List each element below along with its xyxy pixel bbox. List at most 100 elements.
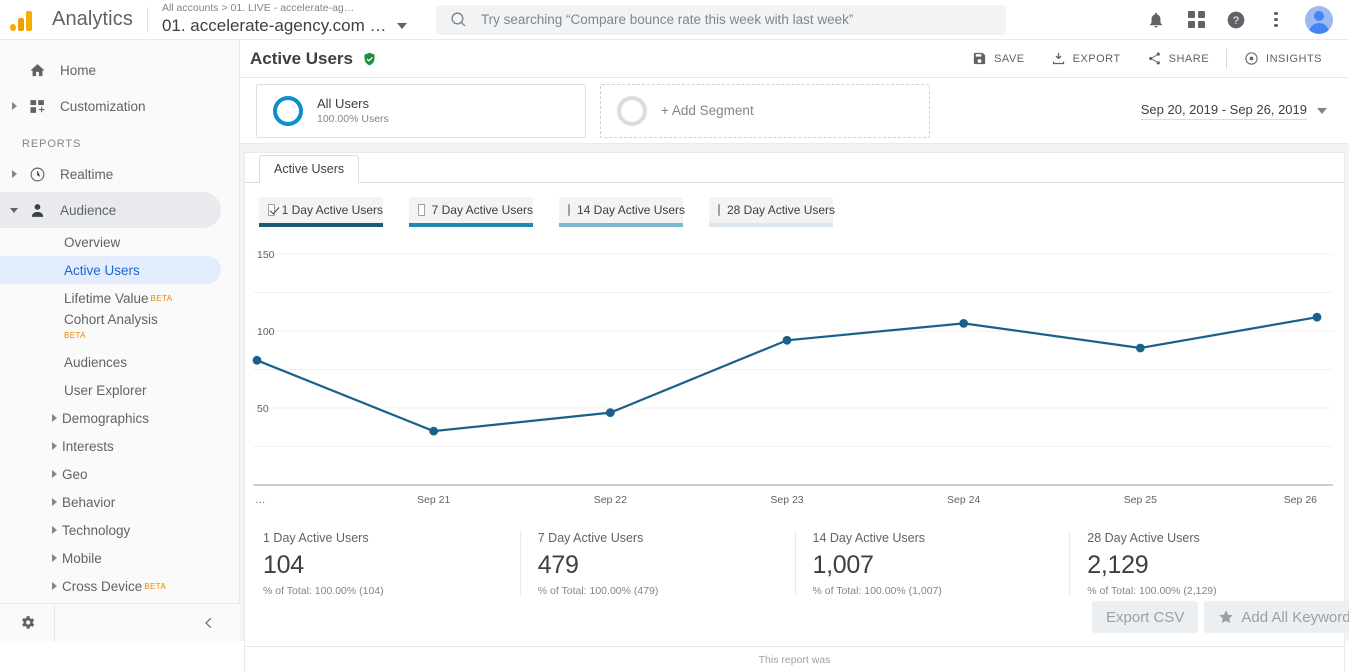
- svg-text:Sep 26: Sep 26: [1284, 494, 1317, 506]
- chevron-down-icon[interactable]: [1317, 107, 1327, 114]
- sidebar-subitem-label: Demographics: [62, 410, 150, 426]
- chevron-right-icon[interactable]: [51, 498, 57, 506]
- metric-summary: 1 Day Active Users 104 % of Total: 100.0…: [245, 529, 1344, 599]
- sidebar-subitem-label: Mobile: [62, 550, 102, 566]
- sidebar-item-interests[interactable]: Interests: [0, 432, 239, 460]
- checkbox-7-day[interactable]: [418, 204, 425, 216]
- chevron-down-icon[interactable]: [396, 23, 407, 29]
- metric-tab-1-day[interactable]: 1 Day Active Users: [259, 197, 383, 227]
- divider: [146, 6, 148, 33]
- collapse-sidebar-button[interactable]: [55, 616, 240, 630]
- segment-subtext: 100.00% Users: [317, 112, 389, 125]
- sidebar-footer: [0, 603, 240, 642]
- sidebar-item-overview[interactable]: Overview: [0, 228, 239, 256]
- metric-tab-14-day[interactable]: 14 Day Active Users: [559, 197, 685, 227]
- sidebar-item-home[interactable]: Home: [0, 52, 239, 88]
- help-icon[interactable]: ?: [1225, 9, 1247, 31]
- sidebar-item-audience[interactable]: Audience: [0, 192, 221, 228]
- checkbox-14-day[interactable]: [568, 204, 570, 216]
- search-input[interactable]: Try searching “Compare bounce rate this …: [435, 4, 1006, 35]
- date-range-label: Sep 20, 2019 - Sep 26, 2019: [1140, 102, 1307, 120]
- summary-card-14-day: 14 Day Active Users 1,007 % of Total: 10…: [794, 529, 1070, 599]
- sidebar-item-active-users[interactable]: Active Users: [0, 256, 221, 284]
- insights-label: INSIGHTS: [1266, 52, 1322, 65]
- checkbox-1-day[interactable]: [268, 204, 275, 216]
- sidebar-subitem-label: Cross Device: [62, 578, 143, 594]
- svg-text:Sep 22: Sep 22: [594, 494, 627, 506]
- chevron-right-icon[interactable]: [51, 582, 57, 590]
- date-range-picker[interactable]: Sep 20, 2019 - Sep 26, 2019: [1140, 102, 1333, 120]
- insights-button[interactable]: INSIGHTS: [1231, 40, 1335, 78]
- gear-icon[interactable]: [0, 614, 54, 631]
- summary-percent: % of Total: 100.00% (1,007): [812, 585, 942, 597]
- sidebar-item-realtime[interactable]: Realtime: [0, 156, 239, 192]
- chevron-right-icon[interactable]: [51, 414, 57, 422]
- sidebar-item-label: Customization: [60, 98, 146, 114]
- add-segment-button[interactable]: + Add Segment: [600, 83, 930, 138]
- floating-actions: Export CSV Add All Keywords: [1092, 601, 1349, 633]
- metric-tab-label: 28 Day Active Users: [727, 203, 836, 217]
- account-name: 01. accelerate-agency.com …: [161, 16, 387, 35]
- sidebar-subitem-label: Interests: [62, 438, 114, 454]
- sidebar-item-customization[interactable]: Customization: [0, 88, 239, 124]
- page-header: Active Users SAVE EXPORT SHARE INSIGHTS: [240, 40, 1349, 78]
- beta-badge: BETA: [150, 293, 173, 303]
- panel-tabs: Active Users: [245, 153, 1344, 183]
- sidebar-item-technology[interactable]: Technology: [0, 516, 239, 544]
- checkbox-28-day[interactable]: [718, 204, 720, 216]
- chevron-right-icon[interactable]: [11, 170, 17, 178]
- chevron-right-icon[interactable]: [51, 554, 57, 562]
- sidebar-subitem-label: User Explorer: [64, 382, 147, 398]
- sidebar-item-audiences[interactable]: Audiences: [0, 348, 239, 376]
- summary-card-1-day: 1 Day Active Users 104 % of Total: 100.0…: [245, 529, 520, 599]
- apps-grid-icon[interactable]: [1185, 9, 1207, 31]
- customization-icon: [22, 98, 52, 115]
- chevron-right-icon[interactable]: [51, 470, 57, 478]
- avatar[interactable]: [1305, 5, 1333, 34]
- sidebar-item-demographics[interactable]: Demographics: [0, 404, 239, 432]
- sidebar-item-mobile[interactable]: Mobile: [0, 544, 239, 572]
- svg-text:100: 100: [257, 326, 275, 338]
- top-bar: Analytics All accounts > 01. LIVE - acce…: [0, 0, 1349, 40]
- verified-shield-icon: [362, 51, 377, 67]
- export-button[interactable]: EXPORT: [1038, 40, 1134, 78]
- insights-icon: [1245, 52, 1258, 65]
- svg-text:Sep 25: Sep 25: [1124, 494, 1157, 506]
- sidebar-item-cross-device[interactable]: Cross Device BETA: [0, 572, 239, 600]
- metric-tab-28-day[interactable]: 28 Day Active Users: [709, 197, 836, 227]
- summary-label: 7 Day Active Users: [537, 531, 644, 545]
- bell-icon[interactable]: [1145, 9, 1167, 31]
- segment-all-users[interactable]: All Users 100.00% Users: [256, 83, 586, 138]
- sidebar-item-behavior[interactable]: Behavior: [0, 488, 239, 516]
- svg-text:50: 50: [257, 403, 269, 415]
- search-placeholder: Try searching “Compare bounce rate this …: [480, 12, 854, 27]
- sidebar-item-cohort-analysis[interactable]: Cohort Analysis BETA: [0, 312, 239, 348]
- save-label: SAVE: [994, 52, 1025, 65]
- svg-text:Sep 24: Sep 24: [947, 494, 980, 506]
- metric-tab-7-day[interactable]: 7 Day Active Users: [409, 197, 533, 227]
- chevron-right-icon[interactable]: [51, 442, 57, 450]
- sidebar-subitem-label: Behavior: [62, 494, 116, 510]
- summary-percent: % of Total: 100.00% (2,129): [1087, 585, 1217, 597]
- chevron-down-icon[interactable]: [10, 207, 18, 213]
- save-button[interactable]: SAVE: [959, 40, 1038, 78]
- share-button[interactable]: SHARE: [1134, 40, 1222, 78]
- brand-title: Analytics: [52, 8, 133, 30]
- save-icon: [973, 52, 986, 65]
- top-bar-icons: ?: [1145, 5, 1349, 34]
- export-csv-button[interactable]: Export CSV: [1092, 601, 1199, 633]
- tab-active-users[interactable]: Active Users: [259, 155, 360, 183]
- add-all-keywords-button[interactable]: Add All Keywords: [1204, 601, 1349, 633]
- segment-name: All Users: [317, 95, 370, 111]
- sidebar-item-user-explorer[interactable]: User Explorer: [0, 376, 239, 404]
- beta-badge: BETA: [144, 581, 167, 591]
- sidebar-item-lifetime-value[interactable]: Lifetime Value BETA: [0, 284, 239, 312]
- active-users-line-chart[interactable]: 50 100 150 … Sep 21 Sep 22 Sep 23 Sep 24 Sep 25 S…: [245, 245, 1344, 513]
- kebab-menu-icon[interactable]: [1265, 9, 1287, 31]
- account-selector[interactable]: All accounts > 01. LIVE - accelerate-ag……: [162, 2, 412, 37]
- summary-value: 104: [263, 551, 304, 579]
- chevron-right-icon[interactable]: [51, 526, 57, 534]
- chevron-right-icon[interactable]: [11, 102, 17, 110]
- segment-ring-icon: [273, 95, 303, 126]
- sidebar-item-geo[interactable]: Geo: [0, 460, 239, 488]
